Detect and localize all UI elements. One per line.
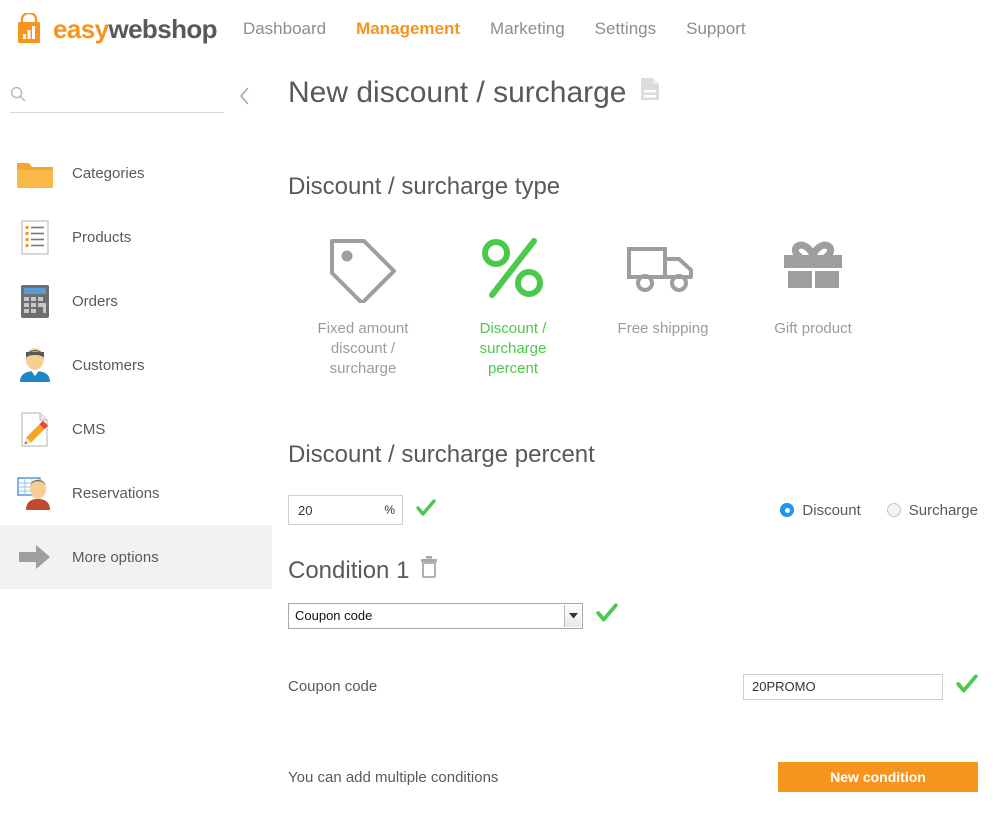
condition-heading-text: Condition 1 — [288, 557, 409, 585]
type-option-fixed-amount[interactable]: Fixed amount discount / surcharge — [288, 231, 438, 379]
main-navigation: Dashboard Management Marketing Settings … — [243, 19, 746, 39]
sidebar-item-cms[interactable]: CMS — [0, 397, 272, 461]
type-option-label: Discount / surcharge percent — [454, 319, 572, 379]
search-box[interactable] — [10, 86, 224, 113]
radio-label-discount: Discount — [802, 502, 860, 519]
percent-icon — [474, 231, 552, 305]
main-content: New discount / surcharge Discount / surc… — [272, 57, 1000, 822]
page-title: New discount / surcharge — [288, 75, 1000, 111]
sidebar-item-label: Categories — [72, 165, 145, 182]
green-check-icon — [596, 602, 618, 629]
sidebar-item-orders[interactable]: Orders — [0, 269, 272, 333]
nav-item-dashboard[interactable]: Dashboard — [243, 19, 326, 39]
sidebar-item-label: Orders — [72, 293, 118, 310]
top-bar: easywebshop Dashboard Management Marketi… — [0, 0, 1000, 57]
sidebar: Categories P — [0, 57, 272, 822]
condition-heading: Condition 1 — [288, 555, 1000, 586]
arrow-right-icon — [14, 536, 56, 578]
customer-person-icon — [14, 344, 56, 386]
truck-icon — [624, 231, 702, 305]
sidebar-item-more-options[interactable]: More options — [0, 525, 272, 589]
sidebar-item-label: More options — [72, 549, 159, 566]
coupon-code-row: Coupon code — [288, 673, 978, 700]
add-condition-row: You can add multiple conditions New cond… — [288, 762, 978, 792]
list-document-icon — [14, 216, 56, 258]
discount-mode-radios: Discount Surcharge — [780, 502, 978, 519]
new-condition-button[interactable]: New condition — [778, 762, 978, 792]
chevron-left-icon — [238, 86, 252, 111]
gift-icon — [774, 231, 852, 305]
shopping-bag-chart-icon — [14, 13, 44, 45]
discount-type-heading: Discount / surcharge type — [288, 173, 1000, 201]
brand-name: easywebshop — [53, 16, 217, 42]
brand-name-part1: easy — [53, 14, 108, 44]
percent-section-heading: Discount / surcharge percent — [288, 441, 1000, 469]
search-icon — [10, 86, 26, 107]
percent-amount-field[interactable]: % — [288, 495, 403, 525]
brand-name-part2: webshop — [108, 14, 216, 44]
folder-icon — [14, 152, 56, 194]
condition-type-row: Coupon code — [288, 602, 1000, 629]
dropdown-arrow-icon[interactable] — [564, 605, 581, 627]
type-option-gift-product[interactable]: Gift product — [738, 231, 888, 379]
radio-option-discount[interactable]: Discount — [780, 502, 860, 519]
document-icon[interactable] — [639, 75, 661, 111]
sidebar-item-products[interactable]: Products — [0, 205, 272, 269]
multiple-conditions-hint: You can add multiple conditions — [288, 769, 498, 786]
green-check-icon — [416, 498, 436, 523]
sidebar-item-reservations[interactable]: Reservations — [0, 461, 272, 525]
percent-input-row: % Discount Surcharge — [288, 495, 978, 525]
sidebar-collapse-button[interactable] — [232, 85, 258, 111]
nav-item-support[interactable]: Support — [686, 19, 746, 39]
condition-type-value: Coupon code — [295, 608, 372, 623]
table-person-icon — [14, 472, 56, 514]
nav-item-marketing[interactable]: Marketing — [490, 19, 565, 39]
coupon-code-label: Coupon code — [288, 678, 377, 695]
page-body: Categories P — [0, 57, 1000, 822]
coupon-code-input[interactable] — [750, 678, 936, 695]
trash-icon[interactable] — [419, 555, 439, 586]
percent-suffix-label: % — [384, 503, 395, 517]
type-option-label: Free shipping — [604, 319, 722, 339]
radio-option-surcharge[interactable]: Surcharge — [887, 502, 978, 519]
calculator-icon — [14, 280, 56, 322]
nav-item-management[interactable]: Management — [356, 19, 460, 39]
nav-item-settings[interactable]: Settings — [595, 19, 656, 39]
brand-logo[interactable]: easywebshop — [14, 13, 217, 45]
sidebar-item-categories[interactable]: Categories — [0, 141, 272, 205]
percent-amount-input[interactable] — [296, 502, 384, 519]
type-option-label: Gift product — [754, 319, 872, 339]
search-input[interactable] — [32, 88, 224, 106]
discount-type-options: Fixed amount discount / surcharge Discou… — [288, 231, 888, 379]
sidebar-item-label: Customers — [72, 357, 145, 374]
coupon-code-field[interactable] — [743, 674, 943, 700]
radio-label-surcharge: Surcharge — [909, 502, 978, 519]
document-pencil-icon — [14, 408, 56, 450]
sidebar-item-customers[interactable]: Customers — [0, 333, 272, 397]
sidebar-search-row — [0, 85, 272, 113]
radio-dot-surcharge[interactable] — [887, 503, 901, 517]
page-title-text: New discount / surcharge — [288, 75, 627, 111]
condition-type-select[interactable]: Coupon code — [288, 603, 583, 629]
green-check-icon — [956, 673, 978, 700]
type-option-free-shipping[interactable]: Free shipping — [588, 231, 738, 379]
sidebar-item-label: Reservations — [72, 485, 160, 502]
sidebar-nav-list: Categories P — [0, 141, 272, 589]
price-tag-icon — [324, 231, 402, 305]
radio-dot-discount[interactable] — [780, 503, 794, 517]
type-option-label: Fixed amount discount / surcharge — [304, 319, 422, 379]
sidebar-item-label: CMS — [72, 421, 105, 438]
sidebar-item-label: Products — [72, 229, 131, 246]
type-option-percent[interactable]: Discount / surcharge percent — [438, 231, 588, 379]
